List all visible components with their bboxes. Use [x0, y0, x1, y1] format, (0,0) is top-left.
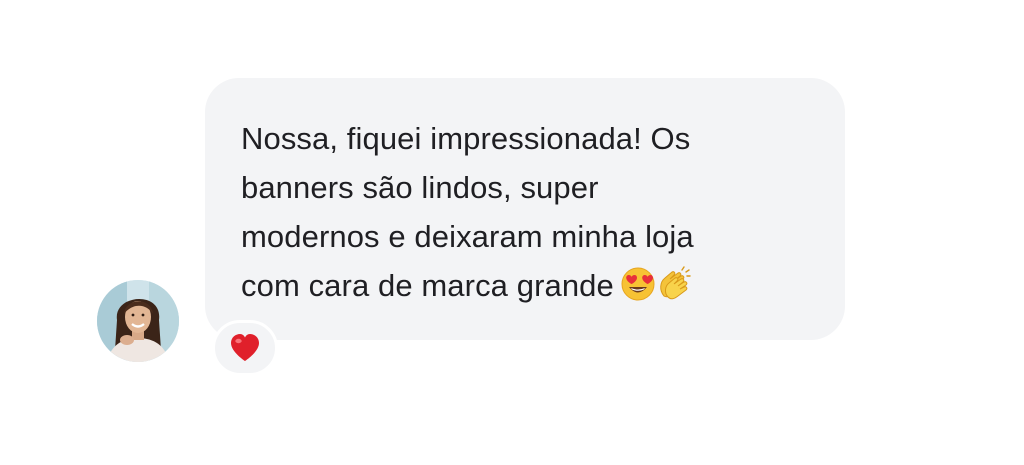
message-bubble[interactable]: Nossa, fiquei impressionada! Os banners …	[205, 78, 845, 340]
red-heart-icon	[229, 333, 261, 363]
reaction-badge[interactable]	[212, 320, 278, 376]
chat-message-row: Nossa, fiquei impressionada! Os banners …	[0, 0, 1024, 465]
heart-eyes-emoji-icon	[621, 267, 655, 301]
avatar-photo	[97, 280, 179, 362]
clapping-hands-emoji-icon	[660, 266, 691, 300]
message-emojis	[620, 266, 692, 316]
avatar[interactable]	[97, 280, 179, 362]
message-text: Nossa, fiquei impressionada! Os banners …	[241, 114, 815, 316]
